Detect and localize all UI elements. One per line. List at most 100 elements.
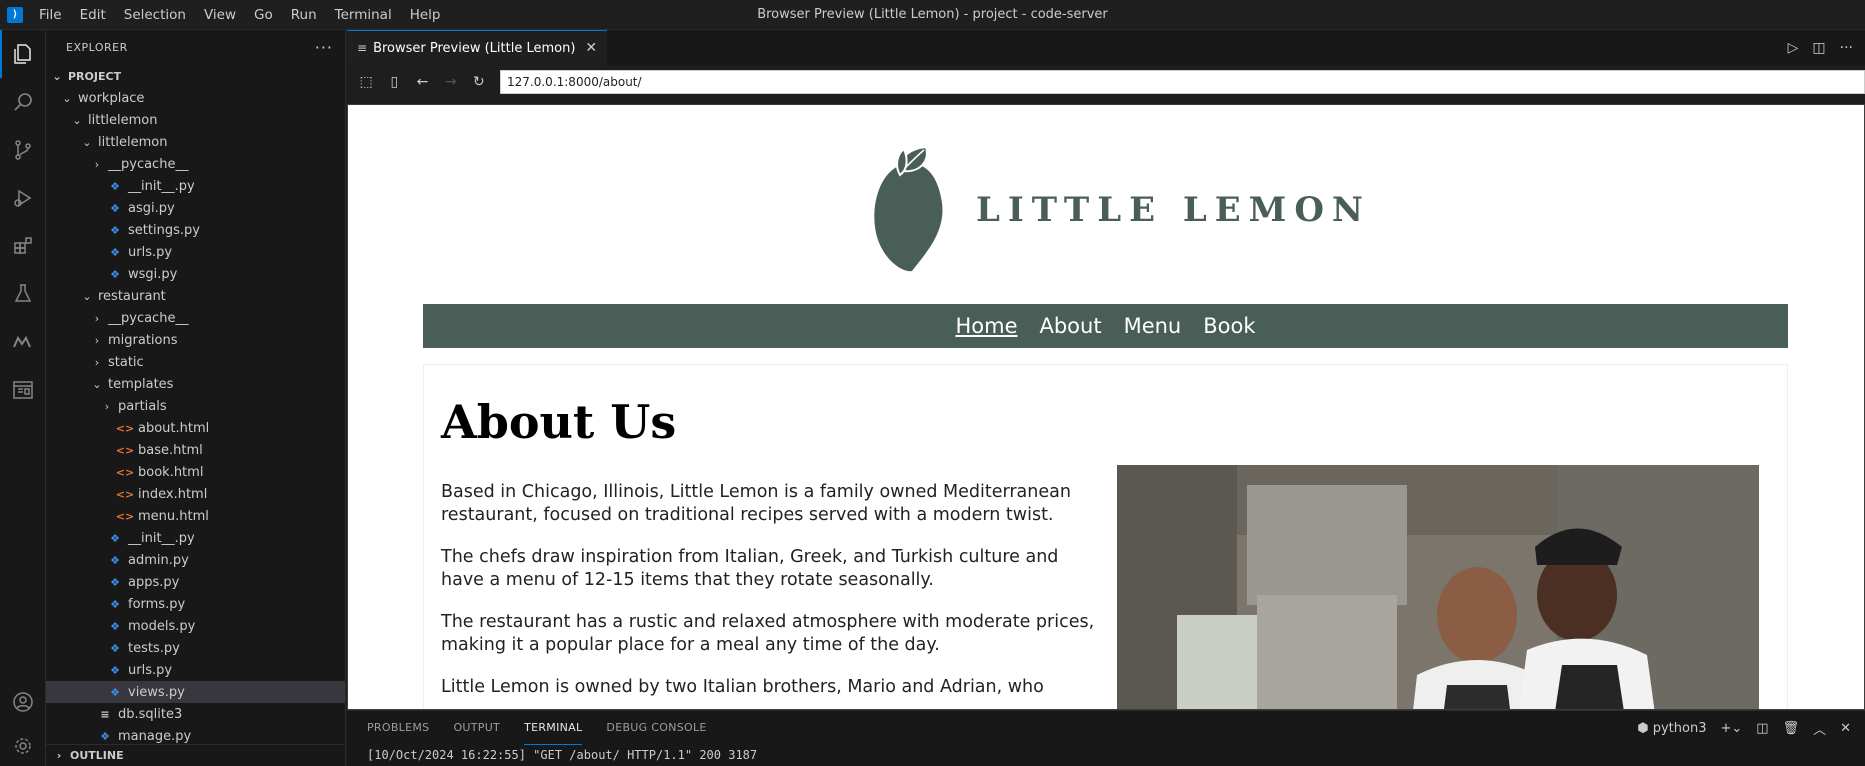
tree-folder[interactable]: › __pycache__ (46, 307, 345, 329)
tab-output[interactable]: OUTPUT (453, 711, 500, 745)
html-file-icon: <> (115, 509, 135, 523)
chevron-down-icon: ⌄ (82, 135, 92, 149)
tree-file[interactable]: <> base.html (46, 439, 345, 461)
tree-item-label: apps.py (128, 574, 180, 590)
tree-item-label: asgi.py (128, 200, 175, 216)
tree-file[interactable]: ❖ urls.py (46, 659, 345, 681)
account-icon[interactable] (0, 678, 46, 726)
nav-link-home[interactable]: Home (955, 314, 1017, 338)
file-tree: ⌄ PROJECT ⌄ workplace ⌄ littlelemon ⌄ littlelem… (46, 65, 345, 747)
explorer-icon[interactable] (0, 30, 46, 78)
testing-icon[interactable] (0, 270, 46, 318)
settings-gear-icon[interactable] (0, 726, 46, 766)
forward-icon[interactable]: → (440, 70, 462, 94)
tree-file[interactable]: ❖ asgi.py (46, 197, 345, 219)
maximize-panel-icon[interactable]: ︿ (1813, 719, 1826, 738)
tab-terminal[interactable]: TERMINAL (524, 711, 583, 745)
menu-go[interactable]: Go (245, 0, 282, 30)
close-panel-icon[interactable]: ✕ (1840, 721, 1851, 736)
menu-terminal[interactable]: Terminal (326, 0, 401, 30)
inspect-icon[interactable]: ⬚ (355, 70, 377, 94)
tree-file[interactable]: ❖ wsgi.py (46, 263, 345, 285)
split-editor-icon[interactable]: ◫ (1812, 40, 1825, 56)
tree-folder[interactable]: ⌄ PROJECT (46, 65, 345, 87)
run-debug-icon[interactable] (0, 174, 46, 222)
tab-debug-console[interactable]: DEBUG CONSOLE (606, 711, 706, 745)
outline-section[interactable]: › OUTLINE (46, 744, 345, 766)
tree-file[interactable]: <> book.html (46, 461, 345, 483)
html-file-icon: <> (115, 465, 135, 479)
nav-link-menu[interactable]: Menu (1124, 314, 1182, 338)
url-input[interactable]: 127.0.0.1:8000/about/ (500, 70, 1865, 94)
nav-link-book[interactable]: Book (1203, 314, 1255, 338)
tree-item-label: db.sqlite3 (118, 706, 183, 722)
terminal-output: [10/Oct/2024 16:22:55] "GET /about/ HTTP… (367, 748, 758, 762)
python-file-icon: ❖ (100, 729, 110, 743)
tab-problems[interactable]: PROBLEMS (367, 711, 429, 745)
device-icon[interactable]: ▯ (383, 70, 405, 94)
menu-file[interactable]: File (30, 0, 71, 30)
tree-file[interactable]: ❖ __init__.py (46, 527, 345, 549)
tree-file[interactable]: ≡ db.sqlite3 (46, 703, 345, 725)
browser-viewport: LITTLE LEMON Home About Menu Book About … (347, 104, 1865, 710)
tree-file[interactable]: <> index.html (46, 483, 345, 505)
more-actions-icon[interactable]: ··· (315, 38, 333, 57)
search-icon[interactable] (0, 78, 46, 126)
run-icon[interactable]: ▷ (1788, 40, 1799, 56)
python-file-icon: ❖ (110, 201, 120, 215)
tree-folder[interactable]: › static (46, 351, 345, 373)
terminal-icon: ⬢ (1637, 720, 1653, 736)
tree-file[interactable]: ❖ apps.py (46, 571, 345, 593)
tree-file[interactable]: ❖ models.py (46, 615, 345, 637)
tree-folder[interactable]: ⌄ littlelemon (46, 131, 345, 153)
tree-folder[interactable]: › migrations (46, 329, 345, 351)
extensions-icon[interactable] (0, 222, 46, 270)
back-icon[interactable]: ← (411, 70, 433, 94)
site-logo[interactable]: LITTLE LEMON (868, 145, 1371, 275)
tree-file[interactable]: ❖ __init__.py (46, 175, 345, 197)
reload-icon[interactable]: ↻ (468, 70, 490, 94)
tree-item-label: menu.html (138, 508, 209, 524)
menu-edit[interactable]: Edit (71, 0, 115, 30)
tree-file[interactable]: ❖ tests.py (46, 637, 345, 659)
chevron-down-icon: ⌄ (82, 289, 92, 303)
tree-item-label: base.html (138, 442, 203, 458)
tree-folder[interactable]: ⌄ restaurant (46, 285, 345, 307)
new-terminal-icon[interactable]: +⌄ (1720, 721, 1742, 736)
tree-file[interactable]: ❖ admin.py (46, 549, 345, 571)
close-icon[interactable]: ✕ (585, 40, 597, 56)
split-terminal-icon[interactable]: ◫ (1756, 721, 1768, 736)
tree-file[interactable]: <> about.html (46, 417, 345, 439)
chevron-down-icon: ⌄ (62, 91, 72, 105)
nav-link-about[interactable]: About (1039, 314, 1101, 338)
tab-label: Browser Preview (Little Lemon) (373, 40, 576, 56)
python-file-icon: ❖ (110, 663, 120, 677)
tab-browser-preview[interactable]: ≡ Browser Preview (Little Lemon) ✕ (347, 30, 608, 65)
menu-run[interactable]: Run (282, 0, 326, 30)
more-actions-icon[interactable]: ··· (1840, 40, 1853, 56)
browser-preview-icon[interactable] (0, 366, 46, 414)
tree-file[interactable]: ❖ views.py (46, 681, 345, 703)
tree-file[interactable]: ❖ forms.py (46, 593, 345, 615)
tree-file[interactable]: <> menu.html (46, 505, 345, 527)
tree-folder[interactable]: ⌄ workplace (46, 87, 345, 109)
tree-file[interactable]: ❖ urls.py (46, 241, 345, 263)
menu-selection[interactable]: Selection (115, 0, 195, 30)
tree-file[interactable]: ❖ settings.py (46, 219, 345, 241)
menu-help[interactable]: Help (401, 0, 450, 30)
tree-folder[interactable]: › partials (46, 395, 345, 417)
source-control-icon[interactable] (0, 126, 46, 174)
tree-folder[interactable]: › __pycache__ (46, 153, 345, 175)
app-logo-icon[interactable]: ⟩ (0, 0, 30, 30)
python-file-icon: ❖ (110, 553, 120, 567)
tree-folder[interactable]: ⌄ littlelemon (46, 109, 345, 131)
explorer-header: EXPLORER ··· (46, 30, 345, 65)
markdown-icon[interactable] (0, 318, 46, 366)
explorer-sidebar: EXPLORER ··· ⌄ PROJECT ⌄ workplace ⌄ littlele… (46, 30, 346, 766)
trash-icon[interactable]: 🗑 (1783, 721, 1800, 736)
menu-view[interactable]: View (195, 0, 245, 30)
chevron-right-icon: › (94, 311, 100, 325)
terminal-shell-selector[interactable]: ⬢ python3 (1637, 721, 1706, 736)
tree-item-label: about.html (138, 420, 210, 436)
tree-folder[interactable]: ⌄ templates (46, 373, 345, 395)
